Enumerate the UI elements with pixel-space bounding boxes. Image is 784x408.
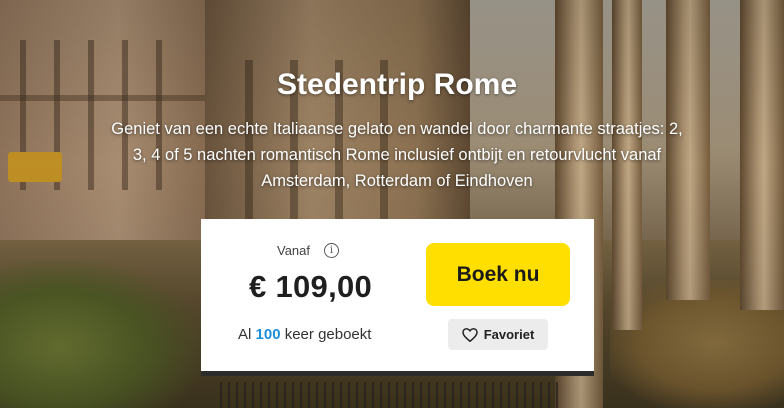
booked-prefix: Al <box>238 326 252 343</box>
book-now-button[interactable]: Boek nu <box>426 243 570 306</box>
heart-icon <box>461 327 478 342</box>
info-icon[interactable]: i <box>324 243 340 258</box>
booked-count-text: Al 100 keer geboekt <box>238 326 371 343</box>
booked-count: 100 <box>255 326 281 343</box>
price-value: € 109,00 <box>249 269 373 304</box>
favorite-label: Favoriet <box>483 327 535 342</box>
booking-card: Vanaf i € 109,00 Al 100 keer geboekt Boe… <box>201 219 594 376</box>
page-title: Stedentrip Rome <box>276 68 518 101</box>
booked-suffix: keer geboekt <box>284 326 372 343</box>
hero-description: Geniet van een echte Italiaanse gelato e… <box>111 120 683 190</box>
favorite-button[interactable]: Favoriet <box>448 319 548 350</box>
price-from-label: Vanaf <box>277 243 311 258</box>
price-from-row: Vanaf i <box>277 243 340 258</box>
